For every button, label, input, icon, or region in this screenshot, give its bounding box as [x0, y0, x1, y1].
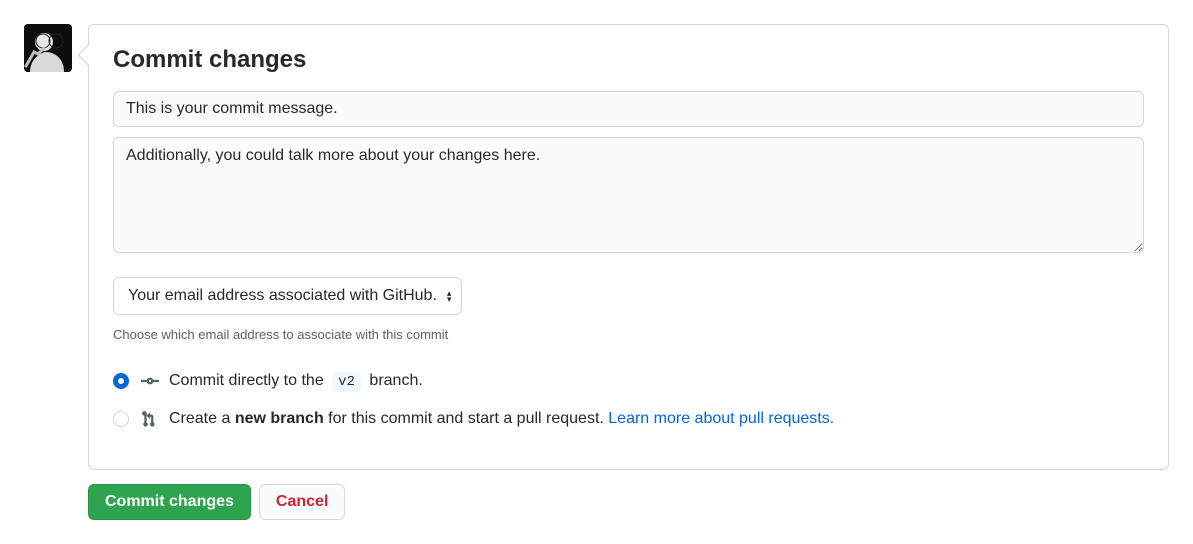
- radio-direct-text: Commit directly to the v2 branch.: [169, 369, 423, 393]
- avatar: [24, 24, 72, 72]
- learn-more-link[interactable]: Learn more about pull requests.: [608, 410, 834, 427]
- git-pull-request-icon: [141, 410, 159, 428]
- commit-summary-input[interactable]: [113, 91, 1144, 127]
- radio-commit-direct-input[interactable]: [113, 373, 129, 389]
- cancel-button[interactable]: Cancel: [259, 484, 345, 520]
- panel-pointer: [78, 44, 101, 67]
- panel-title: Commit changes: [113, 45, 1144, 75]
- radio-commit-direct[interactable]: Commit directly to the v2 branch.: [113, 369, 1144, 393]
- radio-new-branch-input[interactable]: [113, 411, 129, 427]
- select-arrows-icon: ▴▾: [447, 290, 452, 302]
- email-select-label: Your email address associated with GitHu…: [128, 284, 437, 308]
- radio-new-branch[interactable]: Create a new branch for this commit and …: [113, 407, 1144, 431]
- radio-new-branch-text: Create a new branch for this commit and …: [169, 407, 834, 431]
- email-helper-text: Choose which email address to associate …: [113, 325, 1144, 345]
- branch-tag: v2: [332, 372, 361, 392]
- git-commit-icon: [141, 372, 159, 390]
- commit-button[interactable]: Commit changes: [88, 484, 251, 520]
- email-select[interactable]: Your email address associated with GitHu…: [113, 277, 462, 315]
- commit-description-input[interactable]: [113, 137, 1144, 253]
- commit-panel: Commit changes Your email address associ…: [88, 24, 1169, 470]
